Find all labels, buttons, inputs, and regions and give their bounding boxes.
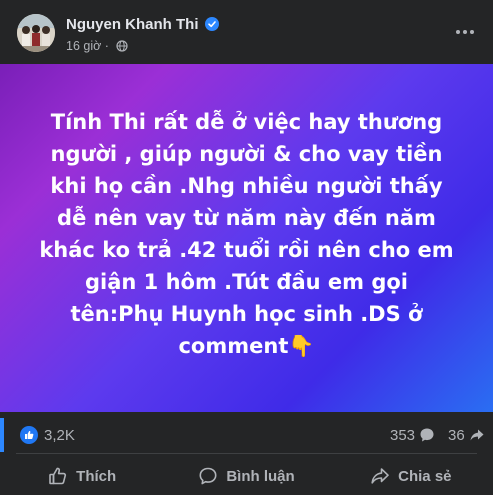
share-icon: [371, 468, 389, 484]
divider: [16, 453, 477, 454]
post-background: Tính Thi rất dễ ở việc hay thương người …: [0, 64, 493, 412]
more-options-icon[interactable]: [452, 22, 478, 42]
comment-icon: [199, 467, 217, 485]
post-timestamp[interactable]: 16 giờ: [66, 39, 101, 53]
post-meta: 16 giờ ·: [66, 39, 129, 55]
like-label: Thích: [76, 467, 117, 485]
post-header: Nguyen Khanh Thi 16 giờ ·: [0, 0, 493, 64]
comment-count[interactable]: 353: [390, 427, 415, 444]
post-stats: 3,2K 353 36: [0, 418, 493, 452]
globe-icon: [116, 40, 129, 55]
like-button[interactable]: Thích: [0, 457, 164, 495]
verified-badge-icon: [204, 17, 219, 31]
author-name[interactable]: Nguyen Khanh Thi: [66, 16, 219, 33]
post-actions: Thích Bình luận Chia sẻ: [0, 457, 493, 495]
author-avatar[interactable]: [17, 14, 55, 52]
post-text: Tính Thi rất dễ ở việc hay thương người …: [39, 110, 454, 358]
share-count-icon: [469, 427, 485, 448]
like-reaction-icon[interactable]: [20, 426, 38, 444]
share-label: Chia sẻ: [398, 467, 452, 485]
comment-label: Bình luận: [226, 467, 295, 485]
post-card: Nguyen Khanh Thi 16 giờ · Tính Thi rất d…: [0, 0, 493, 495]
comment-count-icon: [419, 427, 435, 448]
share-button[interactable]: Chia sẻ: [329, 457, 493, 495]
like-count[interactable]: 3,2K: [44, 427, 75, 444]
thumbs-up-icon: [49, 467, 67, 485]
comment-button[interactable]: Bình luận: [164, 457, 328, 495]
share-count[interactable]: 36: [448, 427, 465, 444]
